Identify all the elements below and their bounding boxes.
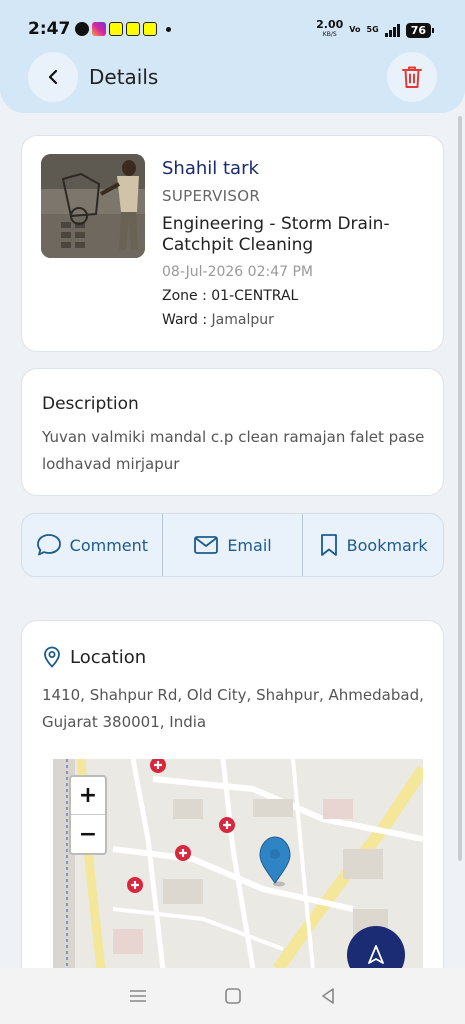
bookmark-button[interactable]: Bookmark: [303, 514, 443, 576]
comment-button[interactable]: Comment: [22, 514, 163, 576]
reporter-name: Shahil tark: [162, 158, 259, 179]
location-heading-text: Location: [70, 646, 147, 668]
network-speed: 2.00 KB/S: [316, 18, 344, 38]
chat-notification-icon: [75, 22, 89, 36]
complaint-datetime: 08-Jul-2026 02:47 PM: [162, 264, 313, 280]
system-navigation-bar: [0, 968, 465, 1024]
complaint-ward: Ward : Jamalpur: [162, 312, 274, 328]
instagram-notification-icon: [92, 22, 106, 36]
complaint-summary-card: Shahil tark SUPERVISOR Engineering - Sto…: [21, 135, 444, 352]
location-pin-icon: [44, 646, 60, 668]
back-nav-icon[interactable]: [319, 987, 337, 1005]
bookmark-label: Bookmark: [346, 535, 428, 555]
comment-icon: [36, 534, 61, 556]
complaint-category: Engineering - Storm Drain-Catchpit Clean…: [162, 214, 390, 255]
status-bar: 2:47 2.00 KB/S Vo 5G 76: [0, 0, 465, 46]
recent-apps-icon[interactable]: [128, 988, 148, 1004]
network-type: 5G: [366, 25, 379, 34]
page-title: Details: [89, 65, 159, 89]
email-button[interactable]: Email: [163, 514, 304, 576]
system-icons: 2.00 KB/S Vo 5G 76: [316, 18, 435, 40]
action-bar: Comment Email Bookmark: [21, 513, 444, 577]
map-zoom-control: + −: [69, 775, 107, 855]
description-card: Description Yuvan valmiki mandal c.p cle…: [21, 368, 444, 496]
home-icon[interactable]: [224, 987, 242, 1005]
hospital-marker-icon: [175, 845, 191, 861]
navigation-arrow-icon: [368, 945, 384, 964]
description-heading: Description: [42, 394, 139, 414]
back-button[interactable]: [28, 52, 78, 102]
description-text: Yuvan valmiki mandal c.p clean ramajan f…: [42, 428, 425, 473]
photo-thumbnail: [41, 154, 145, 258]
bookmark-icon: [320, 534, 337, 556]
snapchat-notification-icon: [126, 22, 140, 36]
trash-icon: [402, 66, 422, 88]
battery-indicator: 76: [405, 22, 435, 38]
complaint-photo[interactable]: [41, 154, 145, 258]
signal-icon: [384, 23, 400, 37]
status-time: 2:47: [28, 19, 71, 39]
app-header: 2:47 2.00 KB/S Vo 5G 76 Details: [0, 0, 465, 113]
hospital-marker-icon: [127, 877, 143, 893]
complaint-zone: Zone : 01-CENTRAL: [162, 288, 299, 304]
volte-indicator: Vo: [349, 25, 361, 34]
location-address: 1410, Shahpur Rd, Old City, Shahpur, Ahm…: [42, 686, 424, 731]
location-heading: Location: [42, 646, 146, 668]
email-label: Email: [227, 535, 272, 555]
snapchat-notification-icon: [109, 22, 123, 36]
snapchat-notification-icon: [143, 22, 157, 36]
scrollbar[interactable]: [458, 116, 462, 861]
more-notifications-icon: [166, 26, 171, 32]
email-icon: [194, 536, 219, 554]
zoom-out-button[interactable]: −: [71, 815, 105, 853]
delete-button[interactable]: [387, 52, 437, 102]
notification-icons: [75, 22, 171, 36]
back-arrow-icon: [48, 69, 58, 85]
zoom-in-button[interactable]: +: [71, 777, 105, 815]
reporter-role: SUPERVISOR: [162, 187, 261, 205]
comment-label: Comment: [69, 535, 149, 555]
hospital-marker-icon: [219, 817, 235, 833]
